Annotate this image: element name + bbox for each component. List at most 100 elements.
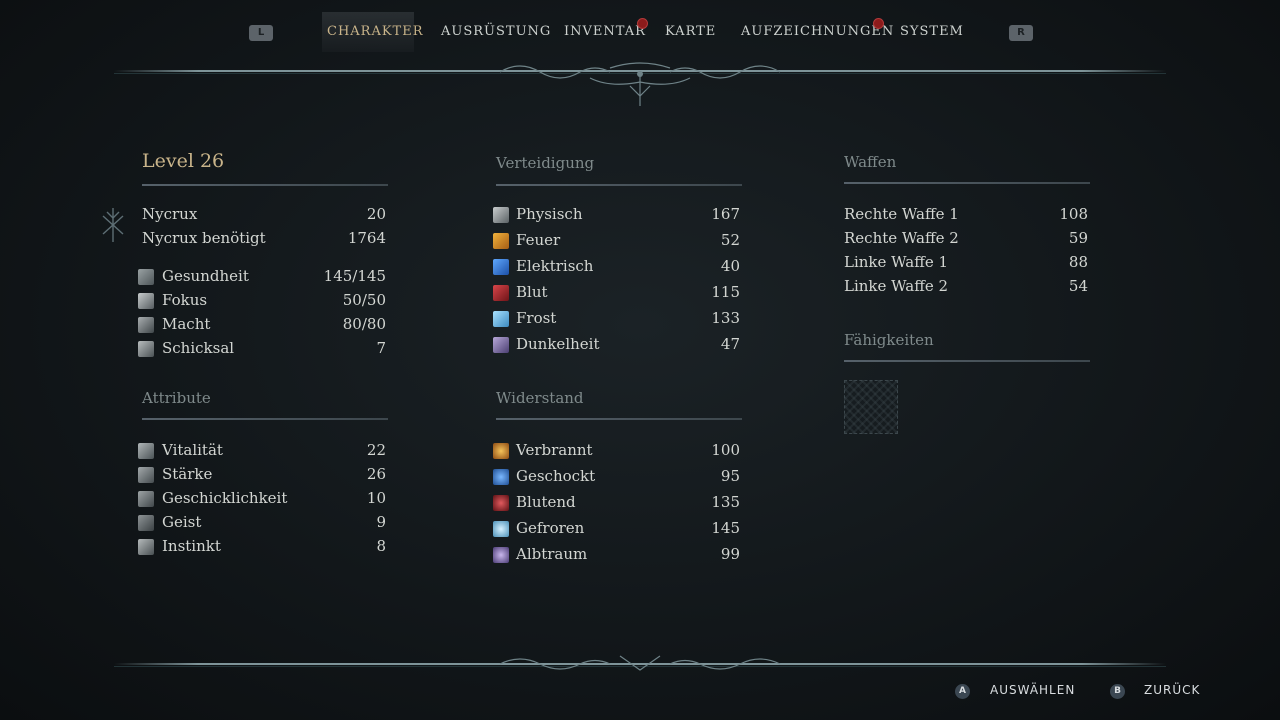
resistance-value: 135 [711,493,740,511]
attribute-row-geschicklichkeit[interactable]: Geschicklichkeit 10 [162,489,386,511]
attribute-value: 10 [366,489,386,507]
fire-icon [493,233,509,249]
physical-icon [493,207,509,223]
attribute-row-geist[interactable]: Geist 9 [162,513,386,535]
tab-inventar[interactable]: INVENTAR [564,22,645,42]
stat-label: Schicksal [162,339,235,357]
b-button-icon[interactable]: B [1110,684,1125,699]
nycrux-emblem-icon [102,208,124,242]
frost-icon [493,311,509,327]
resistance-row-albtraum: Albtraum 99 [516,545,740,567]
attribute-label: Stärke [162,465,213,483]
defense-value: 40 [720,257,740,275]
defense-row-feuer: Feuer 52 [516,231,740,253]
defense-label: Physisch [516,205,583,223]
nycrux-needed-row: Nycrux benötigt 1764 [142,229,386,251]
defense-label: Dunkelheit [516,335,600,353]
defense-title: Verteidigung [496,154,595,172]
attributes-title: Attribute [142,389,211,407]
attribute-value: 8 [376,537,386,555]
level-title: Level 26 [142,150,225,172]
burn-icon [493,443,509,459]
resistance-value: 95 [720,467,740,485]
weapon-value: 59 [1068,229,1088,247]
tab-karte[interactable]: KARTE [665,22,715,42]
resistance-label: Gefroren [516,519,585,537]
resistance-row-geschockt: Geschockt 95 [516,467,740,489]
stat-row-gesundheit: Gesundheit 145/145 [162,267,386,289]
stat-row-macht: Macht 80/80 [162,315,386,337]
tab-charakter[interactable]: CHARAKTER [327,22,423,42]
resistance-label: Albtraum [516,545,588,563]
attribute-row-vitalitaet[interactable]: Vitalität 22 [162,441,386,463]
left-shoulder-button[interactable]: L [249,25,273,41]
tab-system[interactable]: SYSTEM [900,22,963,42]
attribute-row-instinkt[interactable]: Instinkt 8 [162,537,386,559]
weapon-row-linke-waffe-2: Linke Waffe 2 54 [844,277,1088,299]
strength-icon [138,467,154,483]
weapon-label: Rechte Waffe 1 [844,205,959,223]
resistance-label: Verbrannt [516,441,593,459]
back-prompt-label[interactable]: ZURÜCK [1144,683,1200,697]
inventar-notification-badge [637,18,648,29]
mind-icon [138,515,154,531]
resistance-row-blutend: Blutend 135 [516,493,740,515]
top-ornament [499,62,781,106]
nycrux-needed-value: 1764 [347,229,386,247]
resistance-value: 99 [720,545,740,563]
defense-row-physisch: Physisch 167 [516,205,740,227]
nycrux-row: Nycrux 20 [142,205,386,227]
tab-aufzeichnungen[interactable]: AUFZEICHNUNGEN [741,22,893,42]
right-shoulder-button[interactable]: R [1009,25,1033,41]
defense-row-elektrisch: Elektrisch 40 [516,257,740,279]
weapon-value: 88 [1068,253,1088,271]
attribute-label: Geist [162,513,202,531]
stat-row-fokus: Fokus 50/50 [162,291,386,313]
resistance-row-gefroren: Gefroren 145 [516,519,740,541]
select-prompt-label[interactable]: AUSWÄHLEN [990,683,1075,697]
defense-label: Elektrisch [516,257,594,275]
defense-value: 133 [711,309,740,327]
weapon-label: Rechte Waffe 2 [844,229,959,247]
attribute-value: 26 [366,465,386,483]
power-icon [138,317,154,333]
defense-row-dunkelheit: Dunkelheit 47 [516,335,740,357]
resistance-label: Blutend [516,493,576,511]
attribute-label: Instinkt [162,537,221,555]
resistance-value: 100 [711,441,740,459]
attribute-label: Vitalität [162,441,223,459]
resistance-separator [496,418,742,420]
heart-icon [138,269,154,285]
focus-icon [138,293,154,309]
stat-value: 7 [376,339,386,357]
defense-label: Blut [516,283,548,301]
nightmare-icon [493,547,509,563]
defense-label: Frost [516,309,557,327]
aufzeichnungen-notification-badge [873,18,884,29]
abilities-title: Fähigkeiten [844,331,934,349]
weapons-separator [844,182,1090,184]
weapon-value: 108 [1059,205,1088,223]
attribute-value: 22 [366,441,386,459]
defense-row-blut: Blut 115 [516,283,740,305]
defense-row-frost: Frost 133 [516,309,740,331]
defense-value: 52 [720,231,740,249]
resistance-label: Geschockt [516,467,596,485]
weapon-value: 54 [1068,277,1088,295]
defense-value: 115 [711,283,740,301]
bleed-icon [493,495,509,511]
shock-icon [493,469,509,485]
attribute-label: Geschicklichkeit [162,489,288,507]
attribute-row-staerke[interactable]: Stärke 26 [162,465,386,487]
resistance-value: 145 [711,519,740,537]
defense-label: Feuer [516,231,561,249]
weapon-row-linke-waffe-1: Linke Waffe 1 88 [844,253,1088,275]
lightning-icon [493,259,509,275]
stat-label: Fokus [162,291,208,309]
attribute-value: 9 [376,513,386,531]
tab-ausruestung[interactable]: AUSRÜSTUNG [441,22,550,42]
level-separator [142,184,388,186]
ability-slot-empty[interactable] [844,380,898,434]
a-button-icon[interactable]: A [955,684,970,699]
freeze-icon [493,521,509,537]
